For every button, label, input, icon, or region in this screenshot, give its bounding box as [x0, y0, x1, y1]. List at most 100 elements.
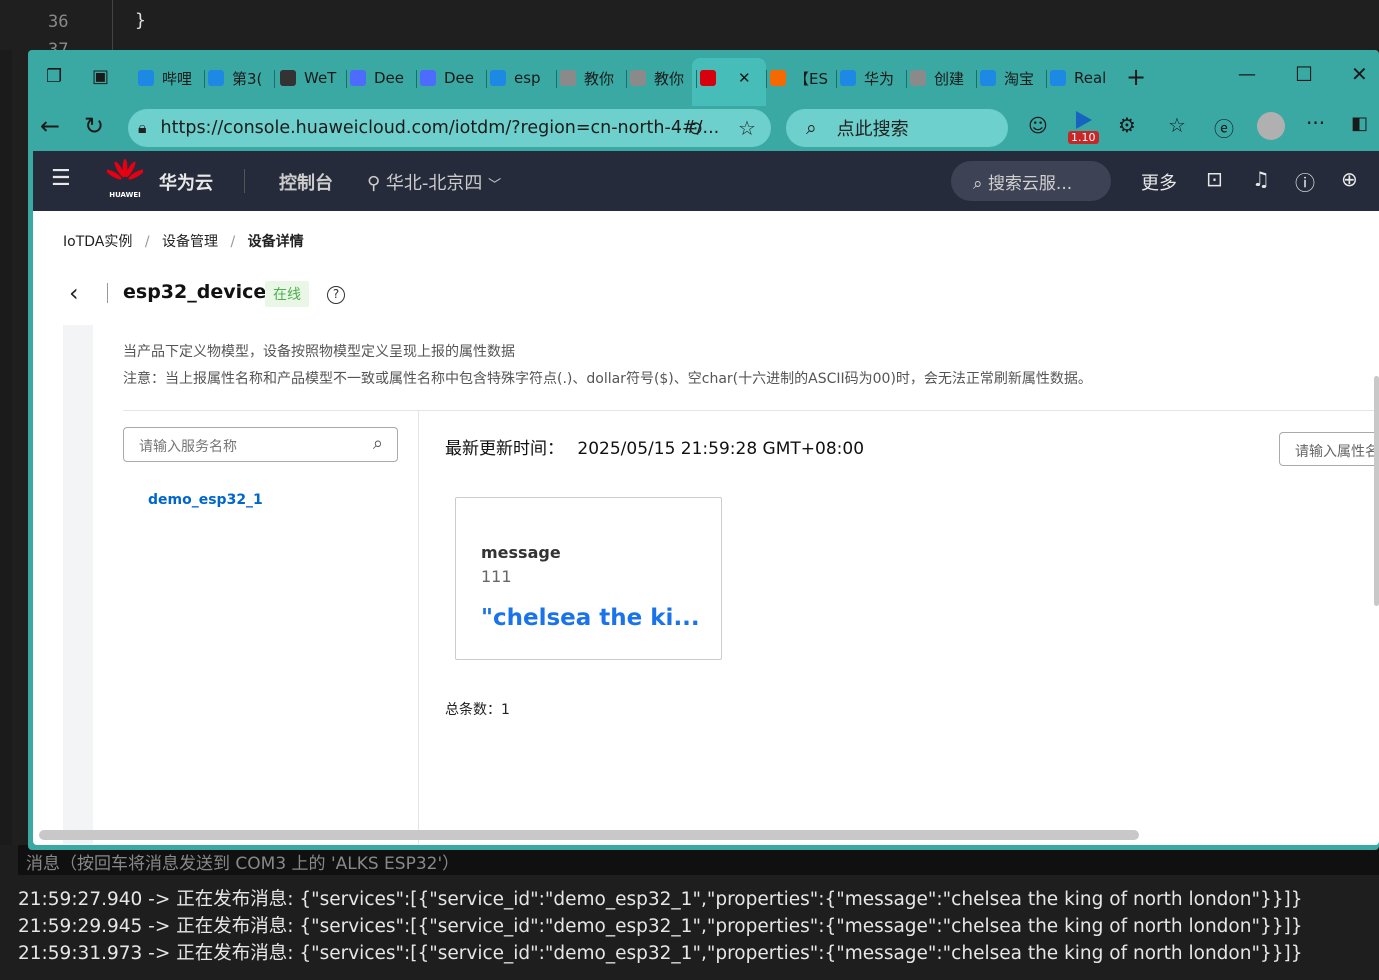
tab-favicon-icon — [350, 70, 366, 86]
ide-left-strip — [0, 0, 12, 980]
tab-separator — [486, 70, 487, 88]
close-tab-icon[interactable]: ✕ — [738, 69, 751, 87]
breadcrumb-iotda[interactable]: IoTDA实例 — [63, 234, 132, 250]
browser-tab[interactable]: Real — [1050, 62, 1112, 94]
extension-face-icon[interactable]: ☺ — [1028, 115, 1048, 137]
console-search[interactable]: ⌕ 搜索云服... — [951, 161, 1111, 201]
serial-output-line: 21:59:27.940 -> 正在发布消息: {"services":[{"s… — [18, 889, 1303, 910]
sidebar-toggle-icon[interactable]: ◧ — [1351, 113, 1368, 134]
browser-tab[interactable]: esp — [490, 62, 552, 94]
back-icon[interactable]: ← — [40, 112, 60, 140]
url-text[interactable]: https://console.huaweicloud.com/iotdm/?r… — [161, 118, 720, 138]
terminal-icon[interactable]: ⊡ — [1206, 167, 1223, 191]
browser-tab[interactable]: 第3( — [208, 62, 270, 94]
browser-search-box[interactable]: ⌕ 点此搜索 — [786, 109, 1008, 147]
tab-huawei-active[interactable]: ✕ — [700, 62, 760, 94]
tab-label: 第3( — [232, 69, 263, 88]
service-search-input[interactable]: 请输入服务名称 ⌕ — [123, 427, 398, 462]
line-number: 36 — [48, 12, 69, 32]
help-question-icon[interactable]: ? — [327, 286, 345, 304]
tab-favicon-icon — [980, 70, 996, 86]
location-pin-icon: ⚲ — [367, 173, 381, 194]
maximize-icon[interactable]: ☐ — [1295, 62, 1313, 86]
service-item[interactable]: demo_esp32_1 — [148, 492, 263, 508]
edge-icon[interactable]: ⓔ — [1214, 113, 1234, 142]
browser-tab[interactable]: Dee — [350, 62, 412, 94]
help-icon[interactable]: ⓘ — [1295, 167, 1315, 196]
browser-tab[interactable]: 教你 — [630, 62, 692, 94]
more-menu[interactable]: 更多 — [1141, 169, 1177, 195]
property-search-input[interactable]: 请输入属性名称 — [1279, 432, 1379, 466]
favorite-star-icon[interactable]: ☆ — [738, 116, 756, 140]
extension-play-icon[interactable]: 1.10 — [1068, 109, 1104, 145]
vertical-divider — [418, 411, 419, 845]
tab-label: 淘宝 — [1004, 69, 1035, 88]
close-window-icon[interactable]: ✕ — [1351, 62, 1368, 86]
new-tab-icon[interactable]: + — [1126, 63, 1146, 91]
properties-panel: 当产品下定义物模型，设备按照物模型定义呈现上报的属性数据 注意：当上报属性名称和… — [93, 325, 1379, 845]
browser-tab[interactable]: 【ES — [770, 62, 832, 94]
region-label: 华北-北京四 — [385, 173, 483, 194]
last-update: 最新更新时间： 2025/05/15 21:59:28 GMT+08:00 — [445, 434, 864, 459]
hamburger-menu-icon[interactable]: ☰ — [51, 166, 71, 191]
property-code: 111 — [481, 567, 512, 586]
favorites-icon[interactable]: ☆ — [1168, 113, 1186, 137]
brand-name[interactable]: 华为云 — [159, 169, 213, 195]
browser-tab[interactable]: Dee — [420, 62, 482, 94]
property-name: message — [481, 543, 561, 562]
workspaces-icon[interactable]: ❐ — [46, 66, 62, 87]
code-editor: 36 37 } — [0, 0, 1379, 50]
tab-separator — [836, 70, 837, 88]
section-divider — [123, 410, 1379, 411]
tab-separator — [346, 70, 347, 88]
huawei-logo-text: HUAWEI — [109, 191, 141, 199]
horizontal-scrollbar[interactable] — [39, 830, 1139, 840]
region-selector[interactable]: ⚲ 华北-北京四 ﹀ — [367, 169, 501, 195]
tab-label: Real — [1074, 69, 1107, 87]
tab-separator — [696, 70, 697, 88]
browser-tab[interactable]: 创建 — [910, 62, 972, 94]
read-aloud-icon[interactable]: ⊙ — [688, 118, 703, 139]
tab-actions-icon[interactable]: ▣ — [92, 66, 109, 87]
tab-separator — [1046, 70, 1047, 88]
search-icon: ⌕ — [806, 117, 817, 139]
tab-label: Dee — [374, 69, 405, 87]
note-line-1: 当产品下定义物模型，设备按照物模型定义呈现上报的属性数据 — [123, 344, 515, 360]
browser-tab[interactable]: WeT — [280, 62, 342, 94]
title-divider — [107, 283, 108, 303]
tab-label: 教你 — [654, 69, 685, 88]
breadcrumb-device-detail: 设备详情 — [247, 234, 304, 250]
extensions-icon[interactable]: ⚙ — [1118, 113, 1136, 137]
tab-favicon-icon — [560, 70, 576, 86]
search-icon: ⌕ — [973, 174, 983, 194]
globe-icon[interactable]: ⊕ — [1341, 167, 1358, 191]
last-update-label: 最新更新时间： — [445, 439, 564, 459]
tab-separator — [274, 70, 275, 88]
browser-tab[interactable]: 教你 — [560, 62, 622, 94]
tab-favicon-icon — [490, 70, 506, 86]
breadcrumb-device-management[interactable]: 设备管理 — [162, 234, 218, 250]
notification-bell-icon[interactable]: ♫ — [1252, 167, 1270, 191]
tab-label: 华为 — [864, 69, 895, 88]
vertical-scrollbar[interactable] — [1374, 376, 1379, 606]
browser-tab[interactable]: 淘宝 — [980, 62, 1042, 94]
browser-tab[interactable]: 哔哩 — [138, 62, 200, 94]
tab-label: WeT — [304, 69, 337, 87]
status-badge: 在线 — [265, 281, 309, 307]
more-menu-icon[interactable]: ··· — [1306, 111, 1325, 135]
tab-separator — [906, 70, 907, 88]
browser-tab[interactable]: 华为 — [840, 62, 902, 94]
back-arrow-icon[interactable]: ‹ — [69, 279, 79, 307]
tab-label: 【ES — [794, 69, 828, 88]
refresh-icon[interactable]: ↻ — [84, 112, 104, 140]
minimize-icon[interactable]: — — [1238, 64, 1256, 85]
device-title-bar: ‹ esp32_device 在线 ? — [63, 275, 463, 315]
tab-label: 创建 — [934, 69, 965, 88]
tab-favicon-icon — [840, 70, 856, 86]
property-card[interactable]: message 111 "chelsea the ki... — [455, 497, 722, 660]
huawei-logo[interactable]: HUAWEI — [105, 159, 145, 199]
profile-avatar[interactable] — [1257, 112, 1285, 140]
tab-separator — [204, 70, 205, 88]
address-bar[interactable]: 🔒︎ https://console.huaweicloud.com/iotdm… — [128, 109, 771, 147]
console-link[interactable]: 控制台 — [279, 169, 333, 195]
